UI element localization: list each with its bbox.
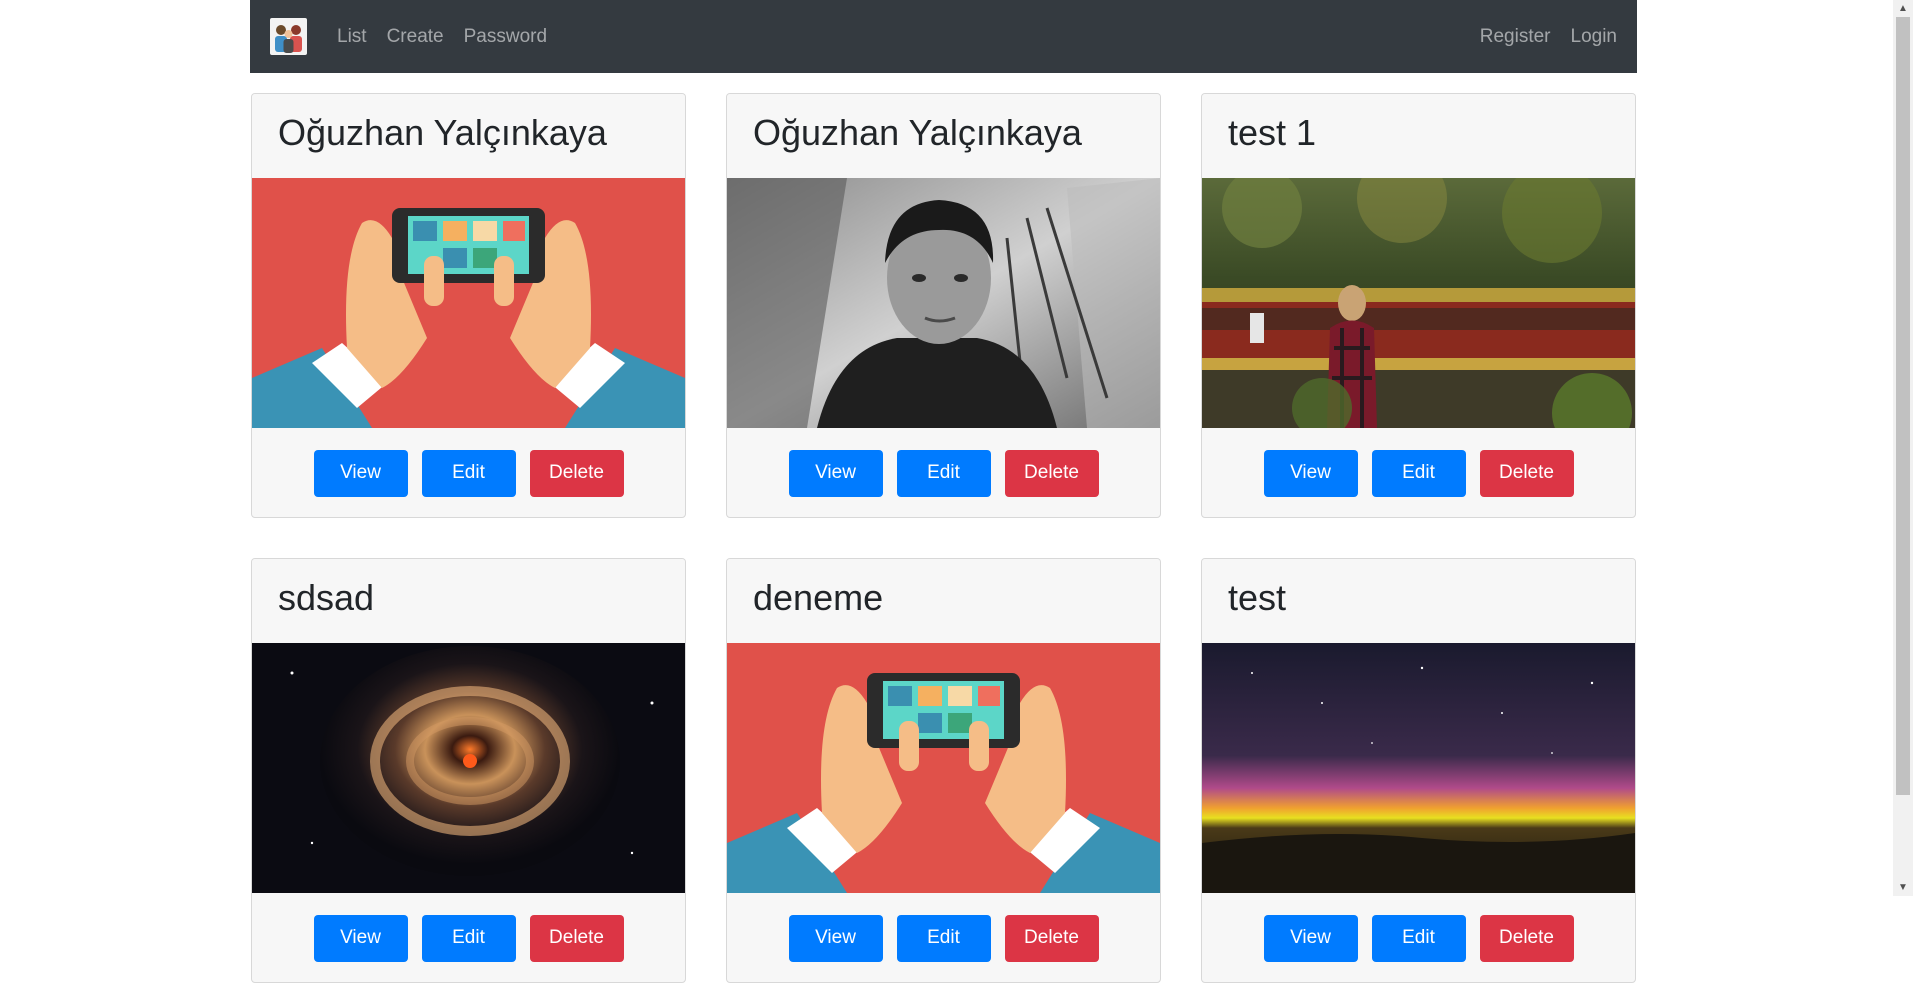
delete-button[interactable]: Delete [1479,449,1574,497]
view-button[interactable]: View [1263,914,1358,962]
galaxy-photo-image [252,643,685,893]
card-title: Oğuzhan Yalçınkaya [727,94,1160,178]
card-title: deneme [727,559,1160,643]
delete-button[interactable]: Delete [529,914,624,962]
card-actions: View Edit Delete [1202,893,1635,982]
edit-button[interactable]: Edit [896,914,991,962]
card: Oğuzhan Yalçınkaya View Edit Delete [726,93,1161,518]
vertical-scrollbar[interactable]: ▲ ▼ [1893,0,1913,896]
view-button[interactable]: View [788,449,883,497]
scrollbar-thumb[interactable] [1896,17,1910,795]
view-button[interactable]: View [313,449,408,497]
scroll-up-arrow-icon[interactable]: ▲ [1893,0,1913,17]
nav-link-create[interactable]: Create [387,0,444,73]
card-title: Oğuzhan Yalçınkaya [252,94,685,178]
train-photo-image [1202,178,1635,428]
view-button[interactable]: View [313,914,408,962]
card: Oğuzhan Yalçınkaya View Edit Delete [251,93,686,518]
card-actions: View Edit Delete [727,428,1160,517]
portrait-photo-image [727,178,1160,428]
edit-button[interactable]: Edit [421,914,516,962]
view-button[interactable]: View [788,914,883,962]
card-actions: View Edit Delete [252,428,685,517]
card: test 1 View Edit Delete [1201,93,1636,518]
nav-link-password[interactable]: Password [464,0,547,73]
people-group-icon [270,18,307,55]
card-actions: View Edit Delete [727,893,1160,982]
nav-link-register[interactable]: Register [1480,0,1551,73]
hands-holding-phone-image [727,643,1160,893]
card-title: test [1202,559,1635,643]
brand-logo[interactable] [270,18,307,55]
hands-holding-phone-image [252,178,685,428]
card-title: test 1 [1202,94,1635,178]
view-button[interactable]: View [1263,449,1358,497]
nav-link-list[interactable]: List [337,0,367,73]
card-actions: View Edit Delete [252,893,685,982]
edit-button[interactable]: Edit [1371,449,1466,497]
delete-button[interactable]: Delete [529,449,624,497]
top-navbar: List Create Password Register Login [250,0,1637,73]
nav-right-group: Register Login [1460,0,1617,73]
card: test View Edit Delete [1201,558,1636,983]
aurora-photo-image [1202,643,1635,893]
edit-button[interactable]: Edit [421,449,516,497]
delete-button[interactable]: Delete [1479,914,1574,962]
card-title: sdsad [252,559,685,643]
nav-link-login[interactable]: Login [1571,0,1618,73]
delete-button[interactable]: Delete [1004,449,1099,497]
delete-button[interactable]: Delete [1004,914,1099,962]
card: sdsad View Edit Delete [251,558,686,983]
card-actions: View Edit Delete [1202,428,1635,517]
edit-button[interactable]: Edit [1371,914,1466,962]
page-container: List Create Password Register Login Oğuz… [250,0,1637,983]
edit-button[interactable]: Edit [896,449,991,497]
scroll-down-arrow-icon[interactable]: ▼ [1893,879,1913,896]
card: deneme View Edit Delete [726,558,1161,983]
